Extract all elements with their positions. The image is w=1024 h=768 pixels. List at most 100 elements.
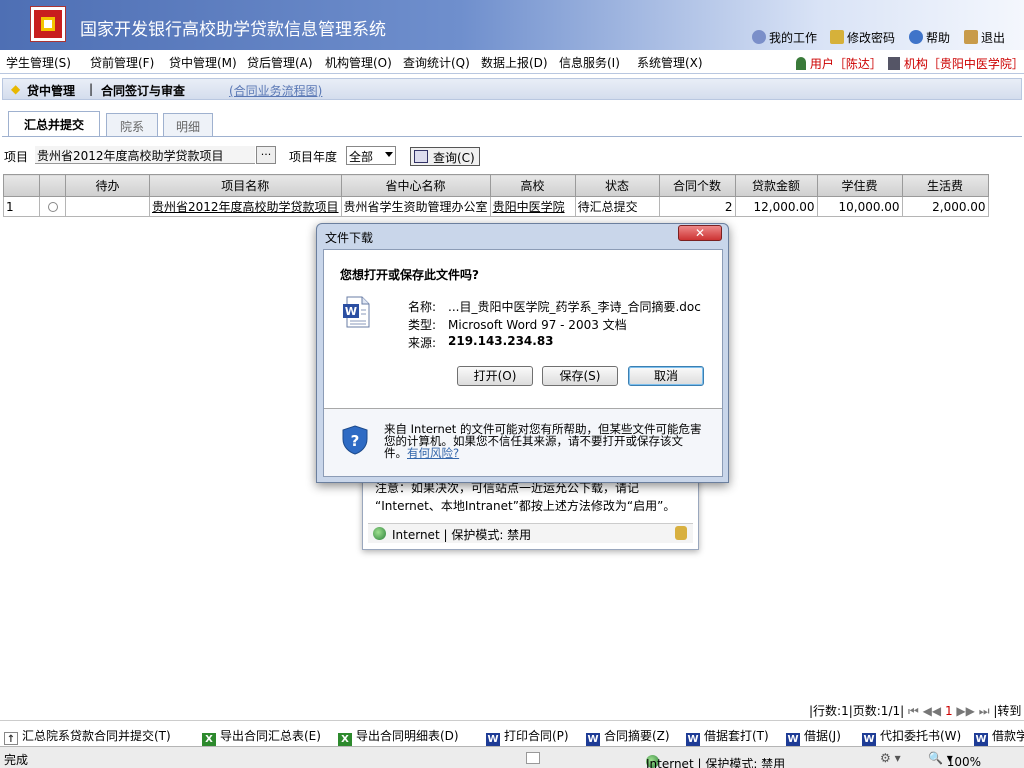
dialog-body: 您想打开或保存此文件吗? W 名称: ...目_贵阳中医学院_药学系_李诗_合同… <box>323 249 723 477</box>
menu-system[interactable]: 系统管理(X) <box>637 54 703 71</box>
project-browse-button[interactable]: ··· <box>256 146 276 164</box>
excel-icon: X <box>338 733 352 746</box>
risk-link[interactable]: 有何风险? <box>407 446 459 460</box>
menu-org[interactable]: 机构管理(O) <box>325 54 392 71</box>
current-org: 机构［贵阳中医学院］ <box>888 55 1024 72</box>
col-count: 合同个数 <box>658 174 736 197</box>
contract-flow-link[interactable]: (合同业务流程图) <box>229 82 322 99</box>
globe-icon <box>373 527 386 540</box>
excel-icon: X <box>202 733 216 746</box>
print-contract-button[interactable]: W 打印合同(P) <box>486 727 569 746</box>
close-icon: ✕ <box>694 226 706 240</box>
building-icon <box>888 57 900 70</box>
bank-logo <box>30 6 66 42</box>
project-input[interactable]: 贵州省2012年度高校助学贷款项目 <box>35 146 255 164</box>
loan-student-button[interactable]: W 借款学 <box>974 727 1024 746</box>
menu-info[interactable]: 信息服务(I) <box>559 54 620 71</box>
open-button[interactable]: 打开(O) <box>457 366 533 386</box>
table-row[interactable]: 1 贵州省2012年度高校助学贷款项目 贵州省学生资助管理办公室 贵阳中医学院 … <box>3 196 989 217</box>
goto-page[interactable]: |转到 <box>993 704 1021 718</box>
file-type-label: 类型: <box>408 318 437 332</box>
svg-text:W: W <box>345 305 357 318</box>
col-select <box>39 174 66 197</box>
prev-page-icon[interactable]: ◀◀ <box>923 704 941 718</box>
tab-summary-submit[interactable]: 汇总并提交 <box>8 111 100 137</box>
menu-query[interactable]: 查询统计(Q) <box>403 54 470 71</box>
row-tuition: 10,000.00 <box>816 196 903 217</box>
word-icon: W <box>974 733 988 746</box>
pager: |行数:1|页数:1/1| ⏮ ◀◀ 1 ▶▶ ⏭ |转到 <box>809 702 1021 719</box>
file-type-value: Microsoft Word 97 - 2003 文档 <box>448 318 627 332</box>
dialog-question: 您想打开或保存此文件吗? <box>340 268 479 282</box>
contract-summary-table: 待办 项目名称 省中心名称 高校 状态 合同个数 贷款金额 学住费 生活费 1 … <box>3 174 989 217</box>
menu-inloan[interactable]: 贷中管理(M) <box>169 54 237 71</box>
tab-department[interactable]: 院系 <box>106 113 158 137</box>
row-project-link[interactable]: 贵州省2012年度高校助学贷款项目 <box>149 196 342 217</box>
tab-detail[interactable]: 明细 <box>163 113 213 137</box>
status-text: 完成 <box>4 753 29 767</box>
help-link[interactable]: 帮助 <box>909 28 950 46</box>
dialog-close-button[interactable]: ✕ <box>678 225 722 241</box>
row-school-link[interactable]: 贵阳中医学院 <box>489 196 576 217</box>
svg-text:?: ? <box>351 432 360 450</box>
dropdown-arrow-icon <box>385 152 393 157</box>
help-icon <box>909 30 923 44</box>
background-popup-status: Internet | 保护模式: 禁用 <box>368 523 693 543</box>
menu-postloan[interactable]: 贷后管理(A) <box>247 54 313 71</box>
action-toolbar: ↑ 汇总院系贷款合同并提交(T) X 导出合同汇总表(E) X 导出合同明细表(D) … <box>0 720 1024 746</box>
file-name-label: 名称: <box>408 300 437 314</box>
receipt-button[interactable]: W 借据(J) <box>786 727 841 746</box>
submit-icon: ↑ <box>4 732 18 745</box>
query-button[interactable]: 查询(C) <box>410 147 480 166</box>
col-status: 状态 <box>574 174 660 197</box>
col-school: 高校 <box>489 174 576 197</box>
breadcrumb-section: 贷中管理 <box>27 84 76 98</box>
current-user: 用户［陈达］ <box>796 55 882 72</box>
my-work-link[interactable]: 我的工作 <box>752 28 817 46</box>
export-summary-button[interactable]: X 导出合同汇总表(E) <box>202 727 321 746</box>
change-password-link[interactable]: 修改密码 <box>830 28 895 46</box>
col-loan: 贷款金额 <box>734 174 818 197</box>
pencil-icon <box>830 30 844 44</box>
file-name-value: ...目_贵阳中医学院_药学系_李诗_合同摘要.doc <box>448 300 701 314</box>
year-select[interactable]: 全部 <box>346 146 396 165</box>
export-detail-button[interactable]: X 导出合同明细表(D) <box>338 727 459 746</box>
shield-icon: ? <box>342 425 368 455</box>
row-index: 1 <box>3 196 40 217</box>
save-button[interactable]: 保存(S) <box>542 366 618 386</box>
current-page: 1 <box>944 704 953 718</box>
user-icon <box>752 30 766 44</box>
contract-summary-button[interactable]: W 合同摘要(Z) <box>586 727 670 746</box>
menu-student[interactable]: 学生管理(S) <box>6 54 71 71</box>
word-document-icon: W <box>343 296 370 328</box>
submit-summary-button[interactable]: ↑ 汇总院系贷款合同并提交(T) <box>4 727 171 745</box>
project-label: 项目 <box>4 150 29 164</box>
menu-report[interactable]: 数据上报(D) <box>481 54 548 71</box>
menu-preloan[interactable]: 贷前管理(F) <box>90 54 154 71</box>
row-todo <box>65 196 150 217</box>
protected-mode-icon[interactable]: ⚙ ▾ <box>880 751 901 765</box>
cancel-button[interactable]: 取消 <box>628 366 704 386</box>
col-index <box>3 174 40 197</box>
system-title: 国家开发银行高校助学贷款信息管理系统 <box>80 20 386 40</box>
user-icon <box>796 57 806 70</box>
page-icon <box>526 752 540 764</box>
deduction-authorization-button[interactable]: W 代扣委托书(W) <box>862 727 961 746</box>
first-page-icon[interactable]: ⏮ <box>908 704 919 718</box>
pager-info: |行数:1|页数:1/1| <box>809 704 905 718</box>
zoom-control[interactable]: 🔍 100% ▾ <box>928 751 981 768</box>
row-radio[interactable] <box>39 196 66 217</box>
breadcrumb-diamond-icon: ◆ <box>11 82 21 96</box>
col-living: 生活费 <box>901 174 989 197</box>
col-tuition: 学住费 <box>816 174 903 197</box>
logout-link[interactable]: 退出 <box>964 28 1005 46</box>
dialog-title: 文件下载 <box>325 231 374 245</box>
last-page-icon[interactable]: ⏭ <box>979 704 990 718</box>
next-page-icon[interactable]: ▶▶ <box>956 704 974 718</box>
receipt-overprint-button[interactable]: W 借据套打(T) <box>686 727 769 746</box>
door-icon <box>964 30 978 44</box>
table-header-row: 待办 项目名称 省中心名称 高校 状态 合同个数 贷款金额 学住费 生活费 <box>3 174 989 197</box>
file-download-dialog: 文件下载 ✕ 您想打开或保存此文件吗? W 名称: ...目_贵阳中医学院_药学… <box>316 223 729 483</box>
breadcrumb: ◆ 贷中管理 | 合同签订与审查 (合同业务流程图) <box>2 78 1022 100</box>
row-status: 待汇总提交 <box>574 196 660 217</box>
